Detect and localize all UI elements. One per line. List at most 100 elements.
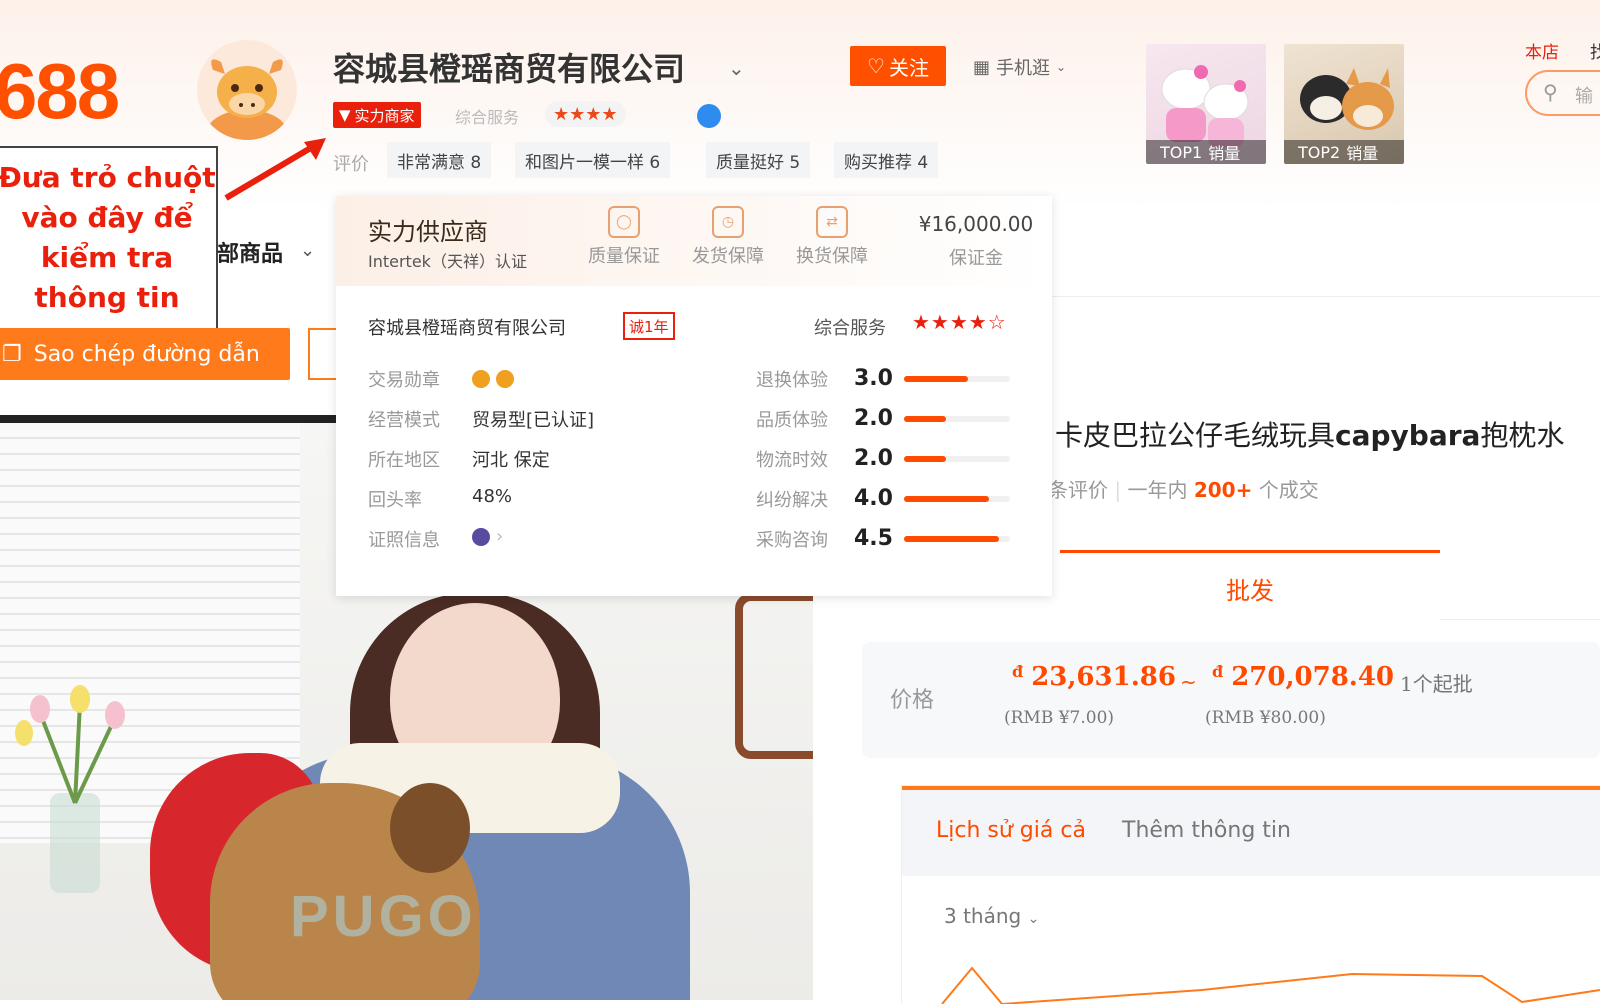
mobile-label: 手机逛 [996,58,1051,79]
tab-price-history[interactable]: Lịch sử giá cả [936,818,1086,843]
rmb-high: (RMB ¥80.00) [1205,708,1326,728]
strength-merchant-badge[interactable]: ▼ 实力商家 [333,102,421,128]
follow-button[interactable]: ♡ 关注 [850,46,946,86]
review-tag[interactable]: 非常满意 8 [387,142,492,178]
guarantee-label: 换货保障 [796,246,868,267]
copy-link-button[interactable]: ❐ Sao chép đường dẫn [0,328,290,380]
price-high: đ 270,078.40 [1212,662,1394,692]
guarantee-quality[interactable]: ◯ 质量保证 [576,206,672,268]
info-icon[interactable] [697,104,721,128]
annotation-arrow-icon [224,138,326,201]
license-info[interactable]: › [472,526,503,547]
search-icon: ⚲ [1543,80,1558,104]
medal-icon [472,370,490,388]
rank-label: 销量 [1346,144,1379,163]
rmb-low: (RMB ¥7.00) [1004,708,1115,728]
popup-company-name[interactable]: 容城县橙瑶商贸有限公司 [368,314,566,340]
divider [0,415,340,423]
info-label: 所在地区 [368,450,440,471]
annotation-callout: Đưa trỏ chuột vào đây để kiểm tra thông … [0,146,218,332]
price-range-separator: ~ [1180,670,1197,694]
info-label: 回头率 [368,490,422,511]
guarantee-label: 质量保证 [588,246,660,267]
review-label: 评价 [333,154,369,175]
price-low: đ 23,631.86 [1012,662,1176,692]
score-bar [904,496,1010,502]
search-input[interactable]: ⚲ 输 [1525,70,1600,116]
tab-more-info[interactable]: Thêm thông tin [1122,818,1291,843]
deposit-label: 保证金 [949,248,1003,269]
search-placeholder: 输 [1575,86,1593,107]
score-label: 采购咨询 [756,530,828,551]
top-seller-label-1: TOP1 销量 [1146,140,1266,164]
title-part: 抱枕水 [1480,419,1565,452]
top-seller-card-1[interactable]: TOP1 销量 [1146,44,1266,164]
this-store-link[interactable]: 本店 [1525,38,1559,63]
service-label: 综合服务 [455,108,520,127]
chevron-down-icon[interactable]: ⌄ [300,240,315,261]
divider [1052,296,1600,297]
trade-medals[interactable] [472,368,520,389]
info-label: 证照信息 [368,530,440,551]
popup-service-stars: ★★★★☆ [912,310,1007,334]
price-label: 价格 [890,688,935,713]
guarantee-label: 发货保障 [692,246,764,267]
license-icon [472,528,490,546]
medal-icon [496,370,514,388]
range-select[interactable]: 3 tháng ⌄ [944,904,1039,928]
guarantee-exchange[interactable]: ⇄ 换货保障 [784,206,880,268]
price-low-value: 23,631.86 [1031,662,1176,692]
score-value: 2.0 [854,446,893,471]
capybara-snout [390,783,470,873]
currency-symbol: đ [1012,662,1024,681]
mirror-frame [735,593,813,759]
review-tag[interactable]: 质量挺好 5 [706,142,811,178]
mobile-browse-button[interactable]: ▦ 手机逛 ⌄ [965,50,1074,84]
copy-icon: ❐ [2,341,22,367]
score-value: 2.0 [854,406,893,431]
copy-link-label: Sao chép đường dẫn [33,341,260,367]
follow-label: 关注 [888,55,929,80]
secondary-button[interactable] [308,328,338,380]
score-bar [904,536,1010,542]
chevron-down-icon[interactable]: ⌄ [728,56,745,80]
info-value: 河北 保定 [472,450,550,471]
quality-shield-icon: ◯ [608,206,640,238]
stats-period: 一年内 [1127,478,1188,502]
price-box [862,642,1600,758]
store-avatar[interactable] [197,40,297,140]
exchange-icon: ⇄ [816,206,848,238]
popup-title: 实力供应商 [368,218,488,246]
qr-code-icon: ▦ [973,56,991,78]
min-batch: 1个起批 [1400,672,1473,696]
tulip-vase-image [15,685,125,893]
score-bar [904,456,1010,462]
price-history-panel: Lịch sử giá cả Thêm thông tin 3 tháng ⌄ [902,786,1600,1004]
watermark: PUGO [290,884,477,949]
divider [1440,619,1600,620]
review-tag[interactable]: 和图片一模一样 6 [515,142,671,178]
popup-service-label: 综合服务 [814,318,886,339]
chevron-down-icon: ⌄ [1056,60,1067,74]
deposit-amount: ¥16,000.00 [918,212,1034,236]
currency-symbol: đ [1212,662,1224,681]
all-goods-nav[interactable]: 部商品 [217,236,283,268]
chevron-down-icon: ⌄ [1027,911,1040,927]
strength-badge-label: 实力商家 [354,106,415,125]
review-tag[interactable]: 购买推荐 4 [834,142,939,178]
crown-icon: ▼ [339,106,351,124]
site-logo[interactable]: 688 [0,46,120,137]
rank-label: 销量 [1208,144,1241,163]
company-name[interactable]: 容城县橙瑶商贸有限公司 [333,44,685,90]
guarantee-shipping[interactable]: ◷ 发货保障 [680,206,776,268]
clock-icon: ◷ [712,206,744,238]
top-seller-label-2: TOP2 销量 [1284,140,1404,164]
service-stars: ★★★★ [545,101,626,127]
tab-wholesale[interactable]: 批发 [1060,550,1440,623]
top-seller-card-2[interactable]: TOP2 销量 [1284,44,1404,164]
title-part: 卡皮巴拉公仔毛绒玩具 [1055,419,1336,452]
search-all-link[interactable]: 找 [1590,38,1600,63]
stats-count: 200+ [1193,478,1253,502]
popup-subtitle: Intertek（天祥）认证 [368,252,527,271]
product-stats: 条评价 | 一年内 200+ 个成交 [1048,478,1319,502]
